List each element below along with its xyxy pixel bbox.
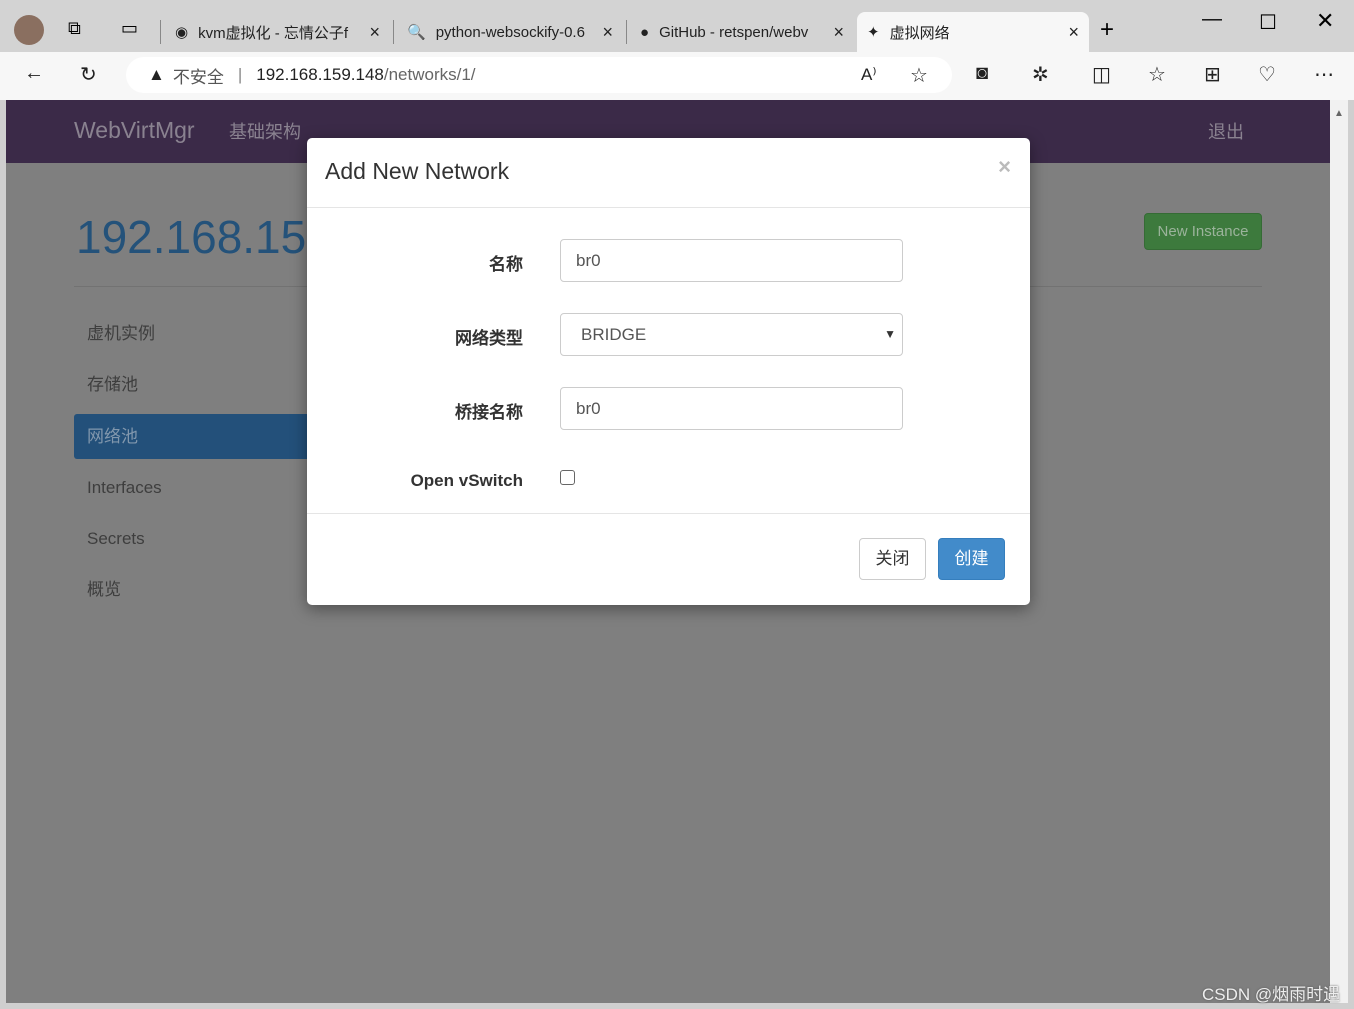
name-input[interactable]: br0 xyxy=(560,239,903,282)
minimize-icon[interactable]: — xyxy=(1202,8,1222,31)
address-bar[interactable]: ▲ 不安全 | 192.168.159.148/networks/1/ A⁾ ☆ xyxy=(126,57,952,93)
sidebar-item-secrets[interactable]: Secrets xyxy=(74,516,314,561)
browser-essentials-icon[interactable]: ♡ xyxy=(1258,62,1276,87)
add-network-modal: Add New Network × 名称 br0 网络类型 BRIDGE ▼ 桥接… xyxy=(307,138,1030,605)
network-type-label: 网络类型 xyxy=(455,329,523,348)
extensions-puzzle-icon[interactable]: ✲ xyxy=(1032,62,1049,87)
workspaces-icon[interactable]: ⧉ xyxy=(68,18,81,39)
favorite-star-icon[interactable]: ☆ xyxy=(910,63,928,88)
sidebar-item-instances[interactable]: 虚机实例 xyxy=(74,311,314,356)
profile-avatar[interactable] xyxy=(14,15,44,45)
watermark: CSDN @烟雨时遇 xyxy=(1202,985,1341,1004)
tab-title: 虚拟网络 xyxy=(889,24,950,42)
create-button[interactable]: 创建 xyxy=(938,538,1005,580)
chevron-down-icon: ▼ xyxy=(884,327,896,341)
more-icon[interactable]: ⋯ xyxy=(1314,62,1334,87)
tab-bar: ⧉ ▭ ◉ kvm虚拟化 - 忘情公子f × 🔍 python-websockify-… xyxy=(0,0,1354,52)
vertical-tabs-icon[interactable]: ▭ xyxy=(121,18,138,39)
tab-kvm[interactable]: ◉ kvm虚拟化 - 忘情公子f × xyxy=(165,12,390,52)
tab-favicon-icon: ◉ xyxy=(175,24,189,41)
warning-icon: ▲ xyxy=(148,65,165,84)
divider: | xyxy=(237,65,243,84)
tab-websockify[interactable]: 🔍 python-websockify-0.6 × xyxy=(397,12,623,52)
new-tab-icon[interactable]: + xyxy=(1100,16,1114,44)
brand-link[interactable]: WebVirtMgr xyxy=(74,117,195,144)
back-icon[interactable]: ← xyxy=(24,62,44,85)
modal-close-icon[interactable]: × xyxy=(998,154,1011,180)
tab-active[interactable]: ✦ 虚拟网络 × xyxy=(857,12,1089,52)
refresh-icon[interactable]: ↻ xyxy=(80,62,97,87)
collections-icon[interactable]: ⊞ xyxy=(1204,62,1221,87)
sidebar-item-overview[interactable]: 概览 xyxy=(74,567,314,612)
split-screen-icon[interactable]: ◫ xyxy=(1092,62,1111,87)
tab-github[interactable]: ● GitHub - retspen/webv × xyxy=(630,12,854,52)
url-host: 192.168.159.148 xyxy=(256,65,384,84)
favorites-icon[interactable]: ☆ xyxy=(1148,62,1166,87)
extension-icon[interactable]: ◙ xyxy=(976,62,988,85)
close-button[interactable]: 关闭 xyxy=(859,538,926,580)
logout-link[interactable]: 退出 xyxy=(1208,118,1244,144)
new-instance-button[interactable]: New Instance xyxy=(1144,213,1262,250)
modal-title: Add New Network xyxy=(325,158,510,184)
security-label[interactable]: 不安全 xyxy=(173,63,224,88)
tab-title: kvm虚拟化 - 忘情公子f xyxy=(198,24,349,42)
bridge-name-input[interactable]: br0 xyxy=(560,387,903,430)
divider xyxy=(393,20,394,44)
close-tab-icon[interactable]: × xyxy=(1068,22,1079,43)
close-tab-icon[interactable]: × xyxy=(602,22,613,43)
close-tab-icon[interactable]: × xyxy=(833,22,844,43)
maximize-icon[interactable]: ☐ xyxy=(1259,10,1277,35)
bridge-name-label: 桥接名称 xyxy=(455,403,523,422)
tab-title: GitHub - retspen/webv xyxy=(659,23,809,41)
close-window-icon[interactable]: ✕ xyxy=(1316,8,1334,34)
divider xyxy=(626,20,627,44)
read-aloud-icon[interactable]: A⁾ xyxy=(861,65,877,85)
network-type-select[interactable]: BRIDGE ▼ xyxy=(560,313,903,356)
tab-favicon-icon: ✦ xyxy=(867,24,880,41)
divider xyxy=(307,513,1030,514)
url-path: /networks/1/ xyxy=(383,65,476,84)
sidebar-item-networks[interactable]: 网络池 xyxy=(74,414,314,459)
github-icon: ● xyxy=(640,23,650,41)
sidebar-item-storage[interactable]: 存储池 xyxy=(74,362,314,407)
scrollbar[interactable]: ▲ xyxy=(1330,100,1348,1003)
divider xyxy=(307,207,1030,208)
name-label: 名称 xyxy=(489,255,523,274)
close-tab-icon[interactable]: × xyxy=(369,22,380,43)
nav-infrastructure[interactable]: 基础架构 xyxy=(229,118,301,144)
open-vswitch-label: Open vSwitch xyxy=(410,471,523,490)
open-vswitch-checkbox[interactable] xyxy=(560,470,575,485)
sidebar-item-interfaces[interactable]: Interfaces xyxy=(74,465,314,510)
search-icon: 🔍 xyxy=(407,24,426,41)
tab-title: python-websockify-0.6 xyxy=(435,23,585,41)
selected-value: BRIDGE xyxy=(581,325,647,344)
divider xyxy=(160,20,161,44)
